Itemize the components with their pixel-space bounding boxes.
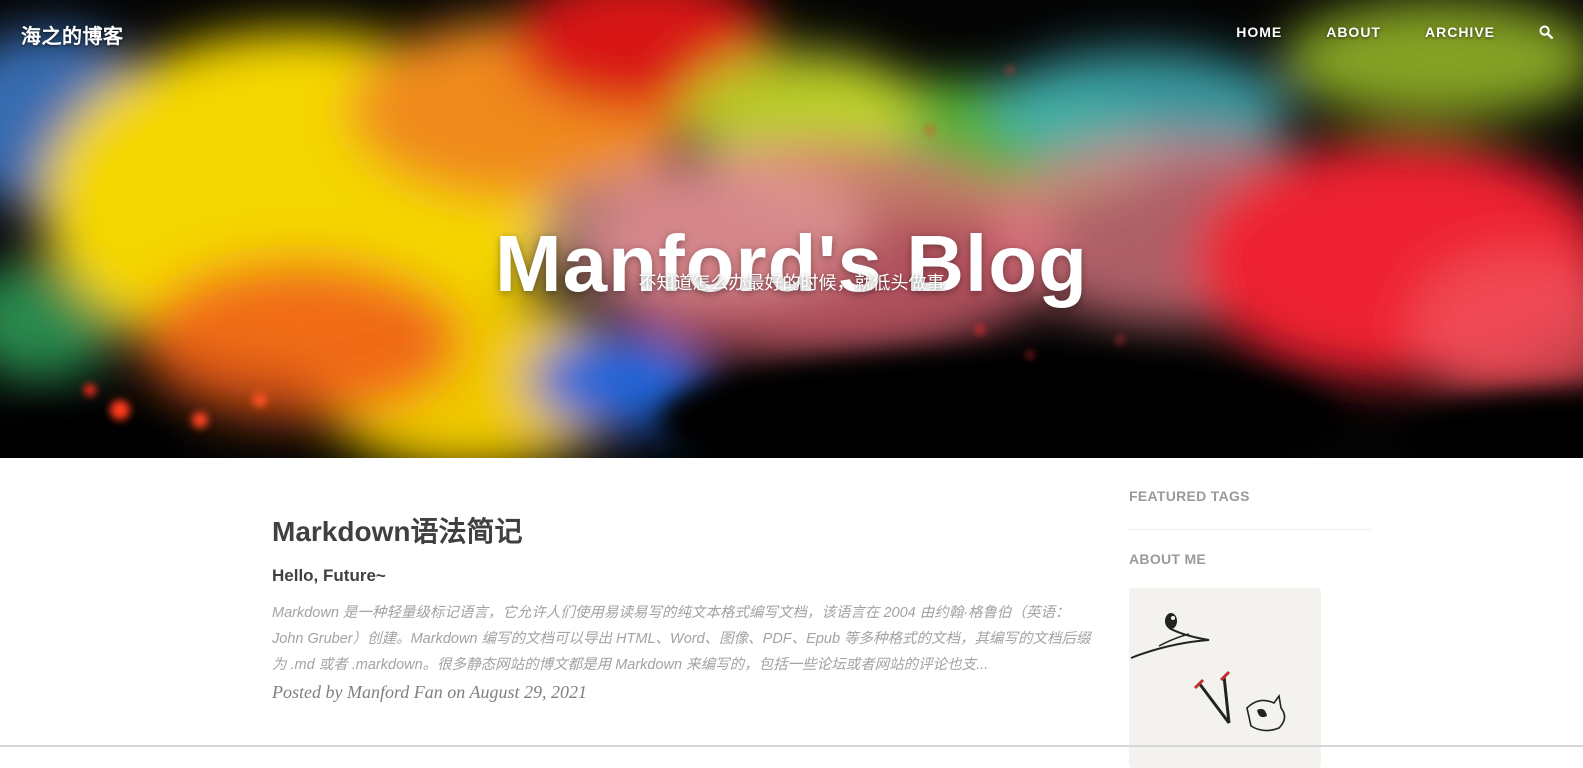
post-excerpt[interactable]: Markdown 是一种轻量级标记语言，它允许人们使用易读易写的纯文本格式编写文… xyxy=(272,600,1100,678)
search-icon[interactable] xyxy=(1539,25,1554,40)
about-me-heading: ABOUT ME xyxy=(1129,551,1207,567)
nav-home[interactable]: HOME xyxy=(1236,24,1282,40)
post-preview: Markdown语法简记 Hello, Future~ Markdown 是一种… xyxy=(272,510,1100,703)
site-brand[interactable]: 海之的博客 xyxy=(21,20,124,49)
avatar xyxy=(1129,588,1321,768)
post-subtitle[interactable]: Hello, Future~ xyxy=(272,566,1100,586)
nav-archive[interactable]: ARCHIVE xyxy=(1425,24,1495,40)
featured-tags-heading: FEATURED TAGS xyxy=(1129,488,1250,504)
sidebar-divider xyxy=(1129,529,1371,530)
sidebar: FEATURED TAGS ABOUT ME xyxy=(1129,488,1371,768)
post-title[interactable]: Markdown语法简记 xyxy=(272,510,1100,550)
nav-about[interactable]: ABOUT xyxy=(1326,24,1381,40)
main-nav: HOME ABOUT ARCHIVE xyxy=(1192,24,1554,40)
site-subtitle: 不知道怎么办最好的时候，就低头做事 xyxy=(638,273,945,293)
avatar-illustration-icon xyxy=(1129,588,1321,768)
post-meta: Posted by Manford Fan on August 29, 2021 xyxy=(272,682,587,702)
hero-header: 海之的博客 HOME ABOUT ARCHIVE Manford's Blog … xyxy=(0,0,1583,458)
